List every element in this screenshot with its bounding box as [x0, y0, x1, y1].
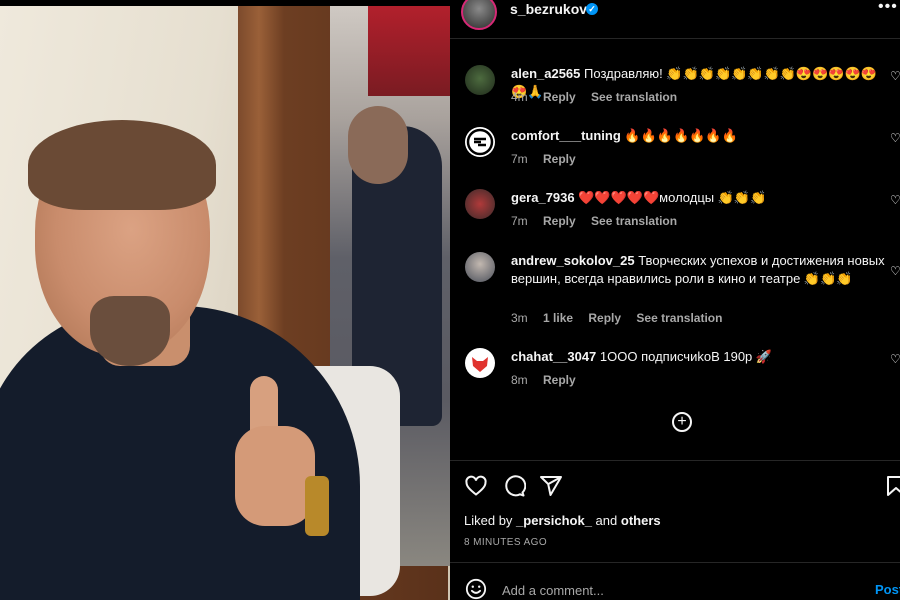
- commenter-logo-icon: [466, 128, 494, 156]
- comment-meta: 8m Reply: [511, 373, 588, 387]
- see-translation-button[interactable]: See translation: [591, 90, 677, 104]
- photo-watch: [305, 476, 329, 536]
- liked-by-conjunction: and: [595, 513, 618, 528]
- comment-body: comfort___tuning 🔥🔥🔥🔥🔥🔥🔥: [511, 127, 886, 145]
- photo-mirror-curtain: [368, 6, 450, 96]
- comment-time: 4m: [511, 90, 528, 104]
- plus-circle-icon[interactable]: +: [672, 412, 692, 432]
- bookmark-icon[interactable]: [884, 474, 900, 498]
- comment-like-heart-icon[interactable]: ♡: [890, 193, 900, 207]
- post-timestamp[interactable]: 8 MINUTES AGO: [464, 537, 547, 548]
- comment-input[interactable]: [502, 581, 842, 599]
- commenter-username[interactable]: comfort___tuning: [511, 128, 621, 143]
- comment-like-heart-icon[interactable]: ♡: [890, 352, 900, 366]
- comment-time: 7m: [511, 214, 528, 228]
- reply-button[interactable]: Reply: [543, 214, 576, 228]
- heart-icon[interactable]: [464, 474, 488, 498]
- see-translation-button[interactable]: See translation: [591, 214, 677, 228]
- see-translation-button[interactable]: See translation: [636, 311, 722, 325]
- comment-body: chahat__3047 1OOO подписчиkoB 190р 🚀: [511, 348, 886, 366]
- commenter-avatar[interactable]: [465, 65, 495, 95]
- more-options-icon[interactable]: •••: [878, 0, 898, 16]
- divider: [450, 460, 900, 461]
- comment-likes-count[interactable]: 1 like: [543, 311, 573, 325]
- photo-mirror-reflection-head: [348, 106, 408, 184]
- comment-text: 1OOO подписчиkoB 190р 🚀: [599, 349, 773, 364]
- comment-time: 3m: [511, 311, 528, 325]
- verified-badge-icon: ✓: [586, 3, 598, 15]
- comment-meta: 3m 1 like Reply See translation: [511, 311, 734, 325]
- emoji-icon[interactable]: [465, 578, 487, 600]
- liked-by-others[interactable]: others: [621, 513, 661, 528]
- share-icon[interactable]: [539, 474, 563, 498]
- comment-body: andrew_sokolov_25 Творческих успехов и д…: [511, 252, 886, 288]
- post-photo[interactable]: [0, 6, 450, 600]
- post-side-panel: s_bezrukov ✓ ••• alen_a2565 Поздравляю! …: [450, 0, 900, 600]
- author-avatar[interactable]: [461, 0, 497, 30]
- commenter-username[interactable]: andrew_sokolov_25: [511, 253, 635, 268]
- comment-time: 8m: [511, 373, 528, 387]
- comment-text: ❤️❤️❤️❤️❤️молодцы 👏👏👏: [578, 190, 767, 205]
- comment-meta: 4m Reply See translation: [511, 90, 689, 104]
- comment-body: gera_7936 ❤️❤️❤️❤️❤️молодцы 👏👏👏: [511, 189, 886, 207]
- post-comment-button[interactable]: Post: [875, 582, 900, 597]
- reply-button[interactable]: Reply: [588, 311, 621, 325]
- comment-meta: 7m Reply See translation: [511, 214, 689, 228]
- comment-text: 🔥🔥🔥🔥🔥🔥🔥: [624, 128, 738, 143]
- commenter-avatar[interactable]: [465, 252, 495, 282]
- comment-icon[interactable]: [502, 474, 526, 498]
- commenter-avatar[interactable]: [465, 189, 495, 219]
- photo-hand: [235, 426, 315, 526]
- photo-person-beard: [90, 296, 170, 366]
- divider: [450, 562, 900, 563]
- post-header: s_bezrukov ✓ •••: [450, 0, 900, 39]
- commenter-avatar[interactable]: [465, 127, 495, 157]
- comment-time: 7m: [511, 152, 528, 166]
- commenter-username[interactable]: gera_7936: [511, 190, 575, 205]
- reply-button[interactable]: Reply: [543, 152, 576, 166]
- comment-meta: 7m Reply: [511, 152, 588, 166]
- commenter-username[interactable]: chahat__3047: [511, 349, 596, 364]
- liked-by-user[interactable]: _persichok_: [516, 513, 592, 528]
- reply-button[interactable]: Reply: [543, 373, 576, 387]
- liked-by-prefix: Liked by: [464, 513, 513, 528]
- commenter-avatar[interactable]: [465, 348, 495, 378]
- reply-button[interactable]: Reply: [543, 90, 576, 104]
- comment-like-heart-icon[interactable]: ♡: [890, 69, 900, 83]
- comment-like-heart-icon[interactable]: ♡: [890, 131, 900, 145]
- commenter-fox-logo-icon: [472, 357, 488, 372]
- author-username[interactable]: s_bezrukov: [510, 1, 587, 17]
- photo-person-hair: [28, 120, 216, 210]
- liked-by-summary: Liked by _persichok_ and others: [464, 513, 661, 528]
- commenter-username[interactable]: alen_a2565: [511, 66, 580, 81]
- comment-like-heart-icon[interactable]: ♡: [890, 264, 900, 278]
